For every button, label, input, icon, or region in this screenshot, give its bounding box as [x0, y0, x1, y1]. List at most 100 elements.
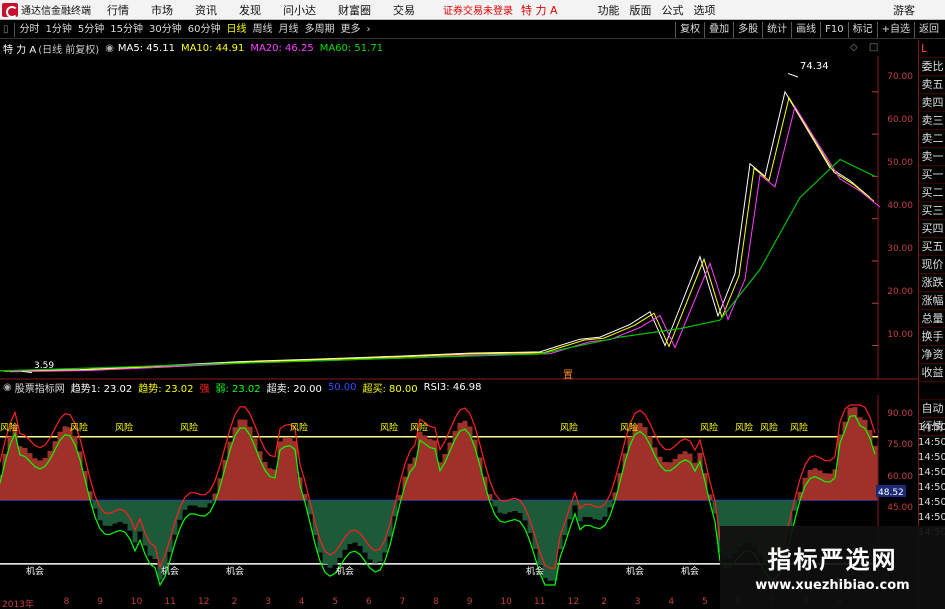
indicator-tick: 60.00	[887, 472, 913, 482]
sidebar-item[interactable]: 换手	[919, 328, 945, 346]
maximize-icon[interactable]: □	[869, 42, 878, 53]
time-label: 14:50	[918, 467, 945, 478]
period-tab-15min[interactable]: 15分钟	[107, 22, 146, 38]
multi-stock-button[interactable]: 多股	[733, 22, 762, 38]
date-tick: 7	[399, 597, 406, 607]
sidebar-item[interactable]: 现价	[919, 256, 945, 274]
period-tab-30min[interactable]: 30分钟	[146, 22, 185, 38]
draw-line-button[interactable]: 画线	[791, 22, 820, 38]
indicator-field: RSI3: 46.98	[423, 381, 482, 393]
menu-bar: 通达信金融终端 行情 市场 资讯 发现 问小达 财富圈 交易 证券交易未登录 特…	[0, 0, 945, 20]
menu-item-trade[interactable]: 交易	[393, 2, 415, 18]
menu-item-discover[interactable]: 发现	[239, 2, 261, 18]
login-warning[interactable]: 证券交易未登录	[443, 2, 513, 17]
add-watchlist-button[interactable]: +自选	[876, 22, 914, 38]
date-tick: 2	[231, 597, 238, 607]
sidebar-item[interactable]: 收益	[919, 364, 945, 382]
low-price-label: 3.59	[34, 361, 54, 371]
period-tab-multi[interactable]: 多周期	[301, 22, 337, 38]
menu-item-function[interactable]: 功能	[598, 2, 620, 18]
sidebar-item[interactable]: 卖四	[919, 94, 945, 112]
sidebar-item[interactable]: 涨跌	[919, 274, 945, 292]
chart-mode-label: (日线 前复权)	[38, 44, 100, 56]
guest-button[interactable]: 游客	[893, 2, 915, 18]
sidebar-item[interactable]: 买三	[919, 202, 945, 220]
ma20-label: MA20: 46.25	[250, 42, 314, 54]
period-tab-monthly[interactable]: 月线	[275, 22, 301, 38]
stats-button[interactable]: 统计	[762, 22, 791, 38]
app-window: { "menubar": { "app_title": "通达信金融终端", "…	[0, 0, 945, 609]
chevron-right-icon[interactable]: ›	[363, 22, 373, 38]
sidebar-top[interactable]: L	[919, 40, 945, 58]
ma5-label: MA5: 45.11	[117, 42, 175, 54]
sidebar-item[interactable]: 卖一	[919, 148, 945, 166]
sidebar-item[interactable]: 自动	[919, 400, 945, 418]
risk-label: 风险	[760, 421, 778, 433]
period-tab-1min[interactable]: 1分钟	[43, 22, 75, 38]
sidebar-item[interactable]: 净资	[919, 346, 945, 364]
app-logo-icon	[2, 2, 18, 18]
sidebar-item[interactable]: 买五	[919, 238, 945, 256]
indicator-tick: 45.00	[887, 503, 913, 513]
time-label: 14:50	[918, 437, 945, 448]
sidebar-item[interactable]: 买一	[919, 166, 945, 184]
main-chart-header: 特 力 A (日线 前复权) ◉ MA5: 45.11 MA10: 44.91 …	[0, 40, 383, 56]
date-tick: 12	[567, 597, 580, 607]
ma20-line	[9, 105, 881, 373]
sidebar-item[interactable]: 买四	[919, 220, 945, 238]
ma10-line	[3, 96, 875, 372]
stock-title: 特 力 A	[3, 44, 37, 56]
settings-icon[interactable]: ◉	[3, 382, 12, 393]
sidebar-item[interactable]: 卖二	[919, 130, 945, 148]
period-tab-more[interactable]: 更多	[337, 22, 363, 38]
back-button[interactable]: 返回	[914, 22, 943, 38]
chance-label: 机会	[161, 565, 179, 577]
date-tick: 6	[366, 597, 372, 607]
menu-item-market[interactable]: 市场	[151, 2, 173, 18]
period-tab-60min[interactable]: 60分钟	[185, 22, 224, 38]
period-tab-timeshare[interactable]: 分时	[17, 22, 43, 38]
sidebar-item[interactable]: 卖三	[919, 112, 945, 130]
event-marker[interactable]: 置	[563, 369, 573, 380]
price-tick: 60.00	[887, 115, 913, 125]
mark-button[interactable]: 标记	[847, 22, 877, 38]
overlay-button[interactable]: 叠加	[704, 22, 733, 38]
menu-item-formula[interactable]: 公式	[662, 2, 684, 18]
menu-item-news[interactable]: 资讯	[195, 2, 217, 18]
f10-button[interactable]: F10	[820, 22, 847, 38]
toolbar-icon[interactable]: ▯	[0, 22, 12, 38]
risk-label: 风险	[410, 421, 428, 433]
sidebar-item[interactable]: 卖五	[919, 76, 945, 94]
chance-label: 机会	[526, 565, 544, 577]
settings-icon[interactable]: ◉	[105, 43, 114, 54]
watermark-url: www.xuezhibiao.com	[755, 578, 910, 593]
time-label: 14:50	[918, 422, 945, 433]
period-tab-5min[interactable]: 5分钟	[75, 22, 107, 38]
menu-item-quotes[interactable]: 行情	[107, 2, 129, 18]
menu-item-options[interactable]: 选项	[694, 2, 716, 18]
sidebar-item[interactable]	[919, 382, 945, 400]
restore-icon[interactable]: ◇	[850, 42, 858, 53]
sidebar-item[interactable]: 涨幅	[919, 292, 945, 310]
time-label: 14:50	[918, 512, 945, 523]
period-tab-daily[interactable]: 日线	[223, 22, 249, 38]
ma60-label: MA60: 51.71	[319, 42, 384, 54]
date-tick: 4	[668, 597, 675, 607]
indicator-field: 超买: 80.00	[362, 383, 418, 395]
indicator-name[interactable]: 股票指标网	[15, 380, 65, 395]
chance-label: 机会	[336, 565, 354, 577]
menu-item-layout[interactable]: 版面	[630, 2, 652, 18]
price-tick: 40.00	[887, 201, 913, 211]
sidebar-item[interactable]: 买二	[919, 184, 945, 202]
adjust-button[interactable]: 复权	[675, 22, 704, 38]
price-tick: 30.00	[887, 244, 913, 254]
sidebar-item[interactable]: 总量	[919, 310, 945, 328]
date-tick: 12	[198, 597, 210, 607]
menu-item-wealth[interactable]: 财富圈	[338, 2, 371, 18]
chance-label: 机会	[626, 565, 644, 577]
risk-label: 风险	[700, 421, 718, 433]
sidebar-item[interactable]: 委比	[919, 58, 945, 76]
price-chart[interactable]: 74.34 3.59 置	[0, 56, 918, 380]
period-tab-weekly[interactable]: 周线	[249, 22, 275, 38]
menu-item-ask[interactable]: 问小达	[283, 2, 316, 18]
